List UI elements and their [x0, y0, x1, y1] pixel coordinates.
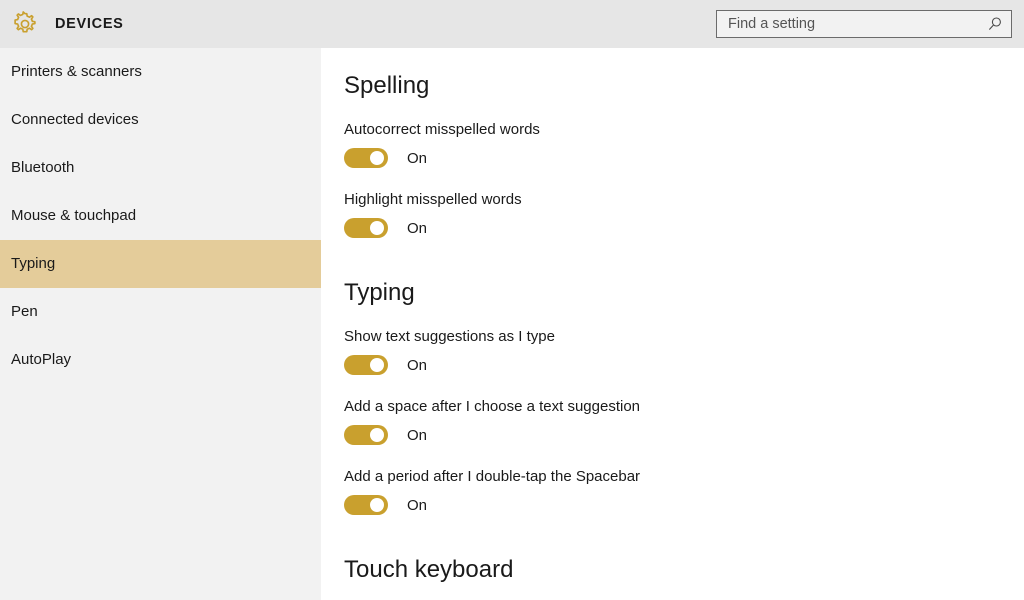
setting-row-highlight-misspelled-words: On — [344, 218, 427, 238]
setting-row-show-text-suggestions: On — [344, 355, 427, 375]
page-title: DEVICES — [55, 16, 124, 32]
setting-label-autocorrect-misspelled-words: Autocorrect misspelled words — [344, 121, 540, 138]
toggle-knob — [370, 151, 384, 165]
section-heading-typing: Typing — [344, 279, 415, 306]
toggle-state-label: On — [407, 426, 428, 444]
section-heading-spelling: Spelling — [344, 72, 430, 99]
setting-row-autocorrect-misspelled-words: On — [344, 148, 427, 168]
setting-label-highlight-misspelled-words: Highlight misspelled words — [344, 191, 522, 208]
sidebar-item-pen[interactable]: Pen — [0, 288, 321, 336]
sidebar-item-printers-and-scanners[interactable]: Printers & scanners — [0, 48, 321, 96]
toggle-state-label: On — [407, 356, 428, 374]
toggle-highlight-misspelled-words[interactable] — [344, 218, 388, 238]
toggle-state-label: On — [407, 149, 428, 167]
gear-icon — [14, 11, 36, 33]
toggle-knob — [370, 358, 384, 372]
toggle-state-label: On — [407, 496, 428, 514]
setting-label-show-text-suggestions: Show text suggestions as I type — [344, 328, 555, 345]
sidebar-item-label: Printers & scanners — [11, 63, 142, 80]
sidebar-item-bluetooth[interactable]: Bluetooth — [0, 144, 321, 192]
settings-window: DEVICES Printers & scanners Connected de… — [0, 0, 1024, 600]
toggle-state-label: On — [407, 219, 428, 237]
search-input[interactable] — [717, 11, 979, 36]
sidebar-item-connected-devices[interactable]: Connected devices — [0, 96, 321, 144]
search-icon[interactable] — [987, 16, 1003, 32]
toggle-knob — [370, 428, 384, 442]
toggle-show-text-suggestions[interactable] — [344, 355, 388, 375]
settings-content: Spelling Autocorrect misspelled words On… — [321, 48, 1024, 600]
toggle-add-period-after-double-tap[interactable] — [344, 495, 388, 515]
sidebar-item-label: Typing — [11, 255, 56, 272]
sidebar-item-mouse-and-touchpad[interactable]: Mouse & touchpad — [0, 192, 321, 240]
sidebar-item-autoplay[interactable]: AutoPlay — [0, 336, 321, 384]
sidebar-item-label: Connected devices — [11, 111, 139, 128]
section-heading-touch-keyboard: Touch keyboard — [344, 556, 514, 583]
setting-label-add-space-after-suggestion: Add a space after I choose a text sugges… — [344, 398, 641, 415]
setting-row-add-period-after-double-tap: On — [344, 495, 427, 515]
sidebar-item-typing[interactable]: Typing — [0, 240, 321, 288]
title-bar: DEVICES — [0, 0, 1024, 48]
toggle-add-space-after-suggestion[interactable] — [344, 425, 388, 445]
sidebar-item-label: Mouse & touchpad — [11, 207, 137, 224]
toggle-knob — [370, 498, 384, 512]
setting-row-add-space-after-suggestion: On — [344, 425, 427, 445]
sidebar-item-label: Bluetooth — [11, 159, 75, 176]
toggle-autocorrect-misspelled-words[interactable] — [344, 148, 388, 168]
toggle-knob — [370, 221, 384, 235]
sidebar-item-label: Pen — [11, 303, 38, 320]
setting-label-add-period-after-double-tap: Add a period after I double-tap the Spac… — [344, 468, 641, 485]
sidebar: Printers & scanners Connected devices Bl… — [0, 48, 321, 600]
sidebar-item-label: AutoPlay — [11, 351, 72, 368]
search-box[interactable] — [716, 10, 1012, 38]
